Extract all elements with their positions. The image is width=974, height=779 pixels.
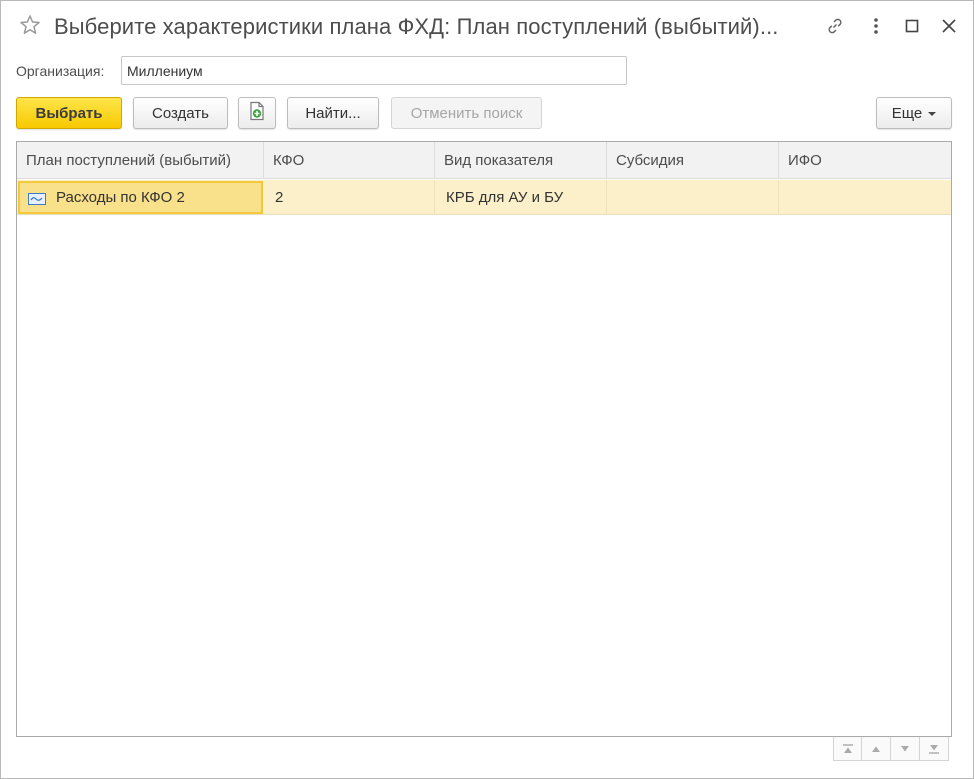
title-bar: Выберите характеристики плана ФХД: План … [1,1,973,53]
characteristics-table[interactable]: План поступлений (выбытий) КФО Вид показ… [16,141,952,737]
link-icon[interactable] [824,15,846,37]
table-row[interactable]: Расходы по КФО 2 2 КРБ для АУ и БУ [17,180,951,215]
star-icon[interactable] [18,13,42,37]
copy-document-icon [248,101,266,125]
chevron-down-icon [928,112,937,116]
scroll-to-bottom-button[interactable] [920,737,949,761]
organization-label: Организация: [16,63,105,79]
column-header-subsidy[interactable]: Субсидия [607,142,779,179]
find-button[interactable]: Найти... [287,97,379,129]
scroll-down-button[interactable] [891,737,920,761]
cell-plan[interactable]: Расходы по КФО 2 [18,181,263,214]
organization-field[interactable]: Миллениум [121,56,627,85]
more-button-label: Еще [891,104,923,122]
cell-subsidy[interactable] [607,180,779,215]
cell-indicator-type[interactable]: КРБ для АУ и БУ [435,180,607,215]
column-header-ifo[interactable]: ИФО [779,142,951,179]
create-button[interactable]: Создать [133,97,228,129]
scroll-to-top-button[interactable] [833,737,862,761]
selection-window: Выберите характеристики плана ФХД: План … [0,0,974,779]
cancel-search-button[interactable]: Отменить поиск [391,97,542,129]
scroll-up-button[interactable] [862,737,891,761]
list-navigation [833,737,953,761]
cell-plan-text: Расходы по КФО 2 [56,189,185,206]
catalog-item-icon [28,192,46,205]
column-header-kfo[interactable]: КФО [264,142,435,179]
window-title: Выберите характеристики плана ФХД: План … [54,14,779,39]
cell-kfo[interactable]: 2 [264,180,435,215]
more-vertical-icon[interactable] [865,15,887,37]
cell-ifo[interactable] [779,180,951,215]
table-header: План поступлений (выбытий) КФО Вид показ… [17,142,951,179]
maximize-icon[interactable] [901,15,923,37]
select-button[interactable]: Выбрать [16,97,122,129]
column-header-indicator-type[interactable]: Вид показателя [435,142,607,179]
column-header-plan[interactable]: План поступлений (выбытий) [17,142,264,179]
copy-button[interactable] [238,97,276,129]
close-icon[interactable] [938,15,960,37]
more-button[interactable]: Еще [876,97,952,129]
